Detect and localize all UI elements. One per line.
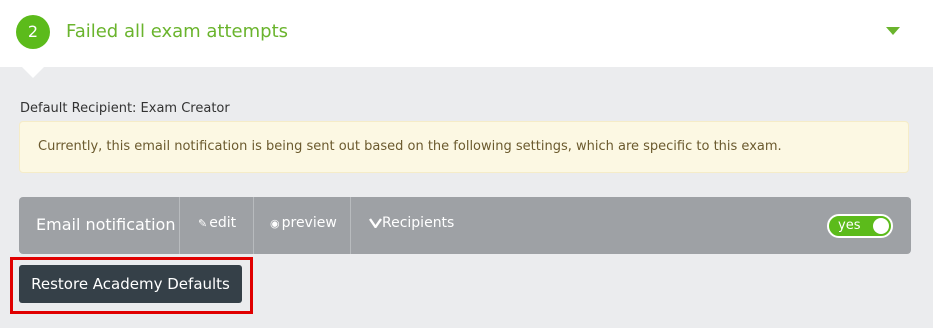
toggle-label: yes xyxy=(838,218,861,233)
chevron-down-icon xyxy=(369,218,382,230)
preview-label: preview xyxy=(281,215,337,231)
pencil-icon: ✎ xyxy=(198,217,208,230)
recipients-button[interactable]: Recipients xyxy=(351,197,471,254)
step-number-badge: 2 xyxy=(16,15,50,49)
toolbar-title-cell: Email notification xyxy=(19,197,180,254)
edit-label: edit xyxy=(209,215,237,231)
step-title[interactable]: Failed all exam attempts xyxy=(66,20,288,44)
edit-button[interactable]: ✎ edit xyxy=(180,197,254,254)
default-recipient-label: Default Recipient: Exam Creator xyxy=(20,101,230,116)
preview-button[interactable]: ◉ preview xyxy=(254,197,351,254)
notice-text: Currently, this email notification is be… xyxy=(38,139,782,154)
step-header[interactable]: 2 Failed all exam attempts xyxy=(0,0,933,67)
eye-icon: ◉ xyxy=(270,217,280,230)
email-notification-toolbar: Email notification ✎ edit ◉ preview Recipi… xyxy=(19,197,911,254)
restore-academy-defaults-button[interactable]: Restore Academy Defaults xyxy=(19,265,242,303)
header-pointer xyxy=(21,66,45,78)
recipients-label: Recipients xyxy=(382,215,455,231)
toggle-knob xyxy=(873,218,889,234)
chevron-down-icon[interactable] xyxy=(886,27,900,35)
email-notification-label: Email notification xyxy=(36,215,176,234)
notice-banner: Currently, this email notification is be… xyxy=(19,121,909,173)
notification-toggle[interactable]: yes xyxy=(827,214,893,238)
